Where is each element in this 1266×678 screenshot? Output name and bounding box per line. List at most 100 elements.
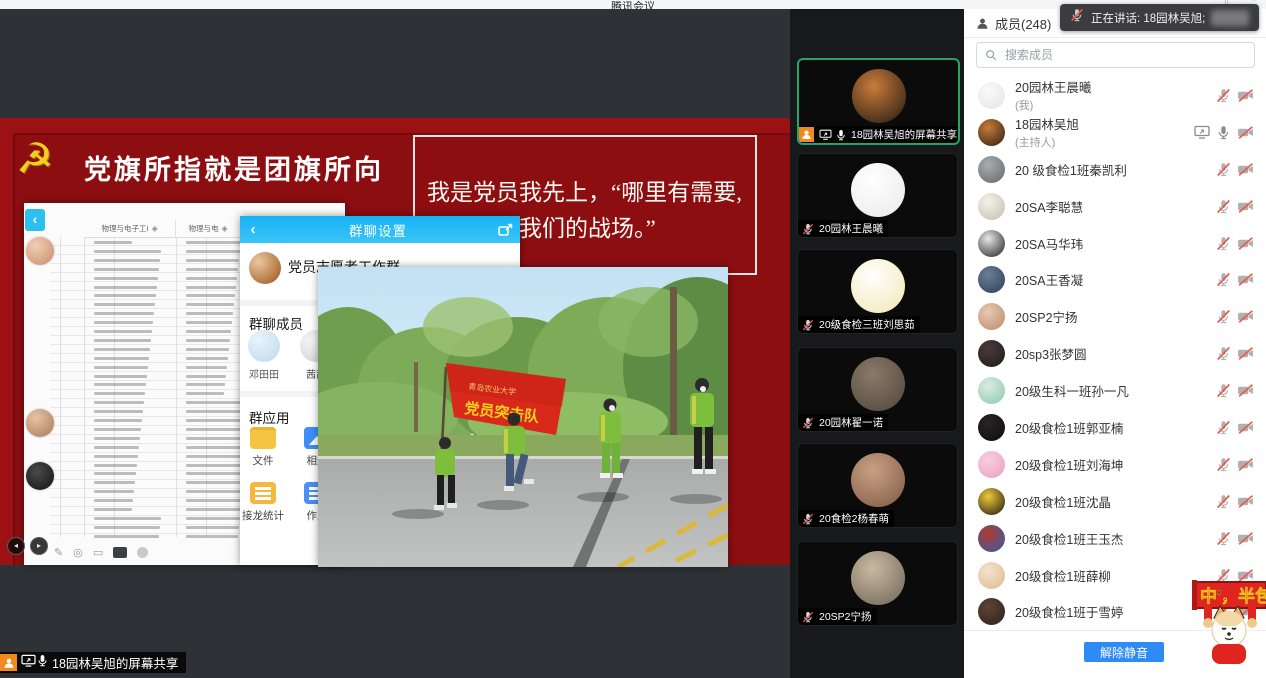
- member-role: (主持人): [1015, 134, 1194, 150]
- member-badge-icon: [0, 654, 17, 671]
- member-row[interactable]: 20SA李聪慧: [964, 188, 1266, 225]
- member-name: 20 级食检1班秦凯利: [1015, 160, 1216, 179]
- member-name: 20级食检1班于雪婷: [1015, 602, 1216, 621]
- video-tile[interactable]: 20级食检三班刘思茹: [797, 249, 958, 334]
- member-name: 20sp3张梦圆: [1015, 344, 1216, 363]
- unmute-button[interactable]: 解除静音: [1084, 642, 1164, 662]
- shiba-sticker: 中'，半包: [1192, 576, 1266, 664]
- speaking-toast: 正在讲话: 18园林吴旭;: [1060, 4, 1259, 31]
- annotate-next-button[interactable]: ▸: [30, 537, 48, 555]
- member-row[interactable]: 20SP2宁扬: [964, 298, 1266, 335]
- column-name: 物理与电子工I: [102, 223, 149, 234]
- avatar: [978, 525, 1005, 552]
- mic-off-icon: [1216, 162, 1231, 177]
- member-row[interactable]: 20级食检1班王玉杰: [964, 520, 1266, 557]
- video-tile[interactable]: 18园林吴旭的屏幕共享: [797, 58, 960, 145]
- member-row[interactable]: 20级生科一班孙一凡: [964, 372, 1266, 409]
- avatar[interactable]: [248, 330, 280, 362]
- avatar: [978, 230, 1005, 257]
- video-tile[interactable]: 20食检2杨春萌: [797, 443, 958, 528]
- annotate-prev-button[interactable]: ◂: [7, 537, 25, 555]
- member-name: 20级生科一班孙一凡: [1015, 381, 1216, 400]
- camera-off-icon: [1237, 309, 1254, 324]
- avatar: [978, 193, 1005, 220]
- tile-name: 20食检2杨春萌: [819, 511, 889, 526]
- video-tile[interactable]: 20园林翟一诺: [797, 347, 958, 432]
- quote-line-1: 我是党员我先上，“哪里有需要,: [427, 175, 745, 211]
- avatar: [978, 119, 1005, 146]
- app-label: 文件: [240, 453, 286, 468]
- member-name: 20SA马华玮: [1015, 234, 1216, 253]
- mic-off-icon: [1216, 420, 1231, 435]
- tile-name: 20园林翟一诺: [819, 415, 883, 430]
- camera-off-icon: [1237, 125, 1254, 140]
- more-icon[interactable]: [137, 547, 148, 558]
- party-emblem-icon: ☭: [16, 138, 54, 180]
- screen-share-icon: [21, 654, 36, 672]
- avatar: [978, 266, 1005, 293]
- screen-share-icon: [1194, 125, 1210, 139]
- video-tile[interactable]: 20SP2宁扬: [797, 541, 958, 626]
- pencil-icon[interactable]: ✎: [54, 546, 63, 559]
- avatar: [978, 340, 1005, 367]
- mic-icon: [36, 654, 49, 672]
- avatar: [851, 551, 905, 605]
- camera-off-icon: [1237, 162, 1254, 177]
- card-icon[interactable]: ▭: [93, 546, 103, 559]
- sticker-banner-text: 中'，半包: [1200, 586, 1266, 606]
- member-row[interactable]: 20 级食检1班秦凯利: [964, 151, 1266, 188]
- chat-bubble-icon[interactable]: [113, 547, 127, 558]
- member-row[interactable]: 20级食检1班刘海坤: [964, 446, 1266, 483]
- member-row[interactable]: 20sp3张梦圆: [964, 335, 1266, 372]
- target-icon[interactable]: ◎: [73, 546, 83, 559]
- layers-icon: ◈: [221, 224, 227, 233]
- screen-share-icon: [21, 654, 36, 667]
- avatar: [978, 598, 1005, 625]
- tile-name: 20级食检三班刘思茹: [819, 317, 915, 332]
- tile-name: 20SP2宁扬: [819, 609, 872, 624]
- camera-off-icon: [1237, 383, 1254, 398]
- mic-off-icon: [802, 417, 814, 429]
- tencent-meeting-window: 腾讯会议 ▯ ⌃ ☭ 党旗所指就是团旗所向 我是党员我先上，“哪里有需要, 哪里…: [0, 0, 1266, 678]
- back-icon[interactable]: ‹: [240, 221, 266, 238]
- member-row[interactable]: 20SA王香凝: [964, 261, 1266, 298]
- avatar: [851, 163, 905, 217]
- avatar: [26, 409, 54, 437]
- member-name: 20级食检1班沈晶: [1015, 492, 1216, 511]
- mic-off-icon: [1216, 346, 1231, 361]
- member-row[interactable]: 20级食检1班沈晶: [964, 483, 1266, 520]
- share-icon[interactable]: [490, 223, 520, 237]
- folder-icon[interactable]: [250, 427, 276, 449]
- member-name: 20级食检1班郭亚楠: [1015, 418, 1216, 437]
- avatar: [978, 82, 1005, 109]
- member-name: 20级食检1班薛柳: [1015, 566, 1216, 585]
- member-name: 20SA王香凝: [1015, 270, 1216, 289]
- tile-name: 20园林王晨曦: [819, 221, 883, 236]
- qq-window-title: 群聊设置: [266, 220, 490, 240]
- video-thumbnail-strip: 18园林吴旭的屏幕共享 20园林王晨曦 20级食检三班刘思茹 20园林翟一诺 20食检2…: [790, 9, 963, 678]
- mic-off-icon: [802, 223, 814, 235]
- blurred-name-artifact: [1211, 10, 1249, 26]
- member-row[interactable]: 20园林王晨曦(我): [964, 77, 1266, 114]
- screen-share-stage: ☭ 党旗所指就是团旗所向 我是党员我先上，“哪里有需要, 哪里就是我们的战场。”…: [0, 9, 790, 678]
- member-row[interactable]: 20SA马华玮: [964, 225, 1266, 262]
- share-status-text: 18园林吴旭的屏幕共享: [52, 653, 178, 672]
- camera-off-icon: [1237, 420, 1254, 435]
- mic-off-icon: [1216, 494, 1231, 509]
- relay-icon[interactable]: [250, 482, 276, 504]
- member-search-input[interactable]: [1003, 47, 1254, 63]
- camera-off-icon: [1237, 346, 1254, 361]
- member-name: 20级食检1班刘海坤: [1015, 455, 1216, 474]
- member-row[interactable]: 20级食检1班郭亚楠: [964, 409, 1266, 446]
- avatar: [851, 259, 905, 313]
- avatar: [978, 377, 1005, 404]
- avatar: [851, 357, 905, 411]
- back-button[interactable]: ‹: [25, 209, 45, 231]
- member-search-box[interactable]: [976, 42, 1255, 68]
- member-row[interactable]: 18园林吴旭(主持人): [964, 114, 1266, 151]
- video-tile[interactable]: 20园林王晨曦: [797, 153, 958, 238]
- avatar: [978, 562, 1005, 589]
- spreadsheet-toolbar: ✎ ◎ ▭: [54, 546, 148, 559]
- camera-off-icon: [1237, 531, 1254, 546]
- mic-icon: [1216, 125, 1231, 140]
